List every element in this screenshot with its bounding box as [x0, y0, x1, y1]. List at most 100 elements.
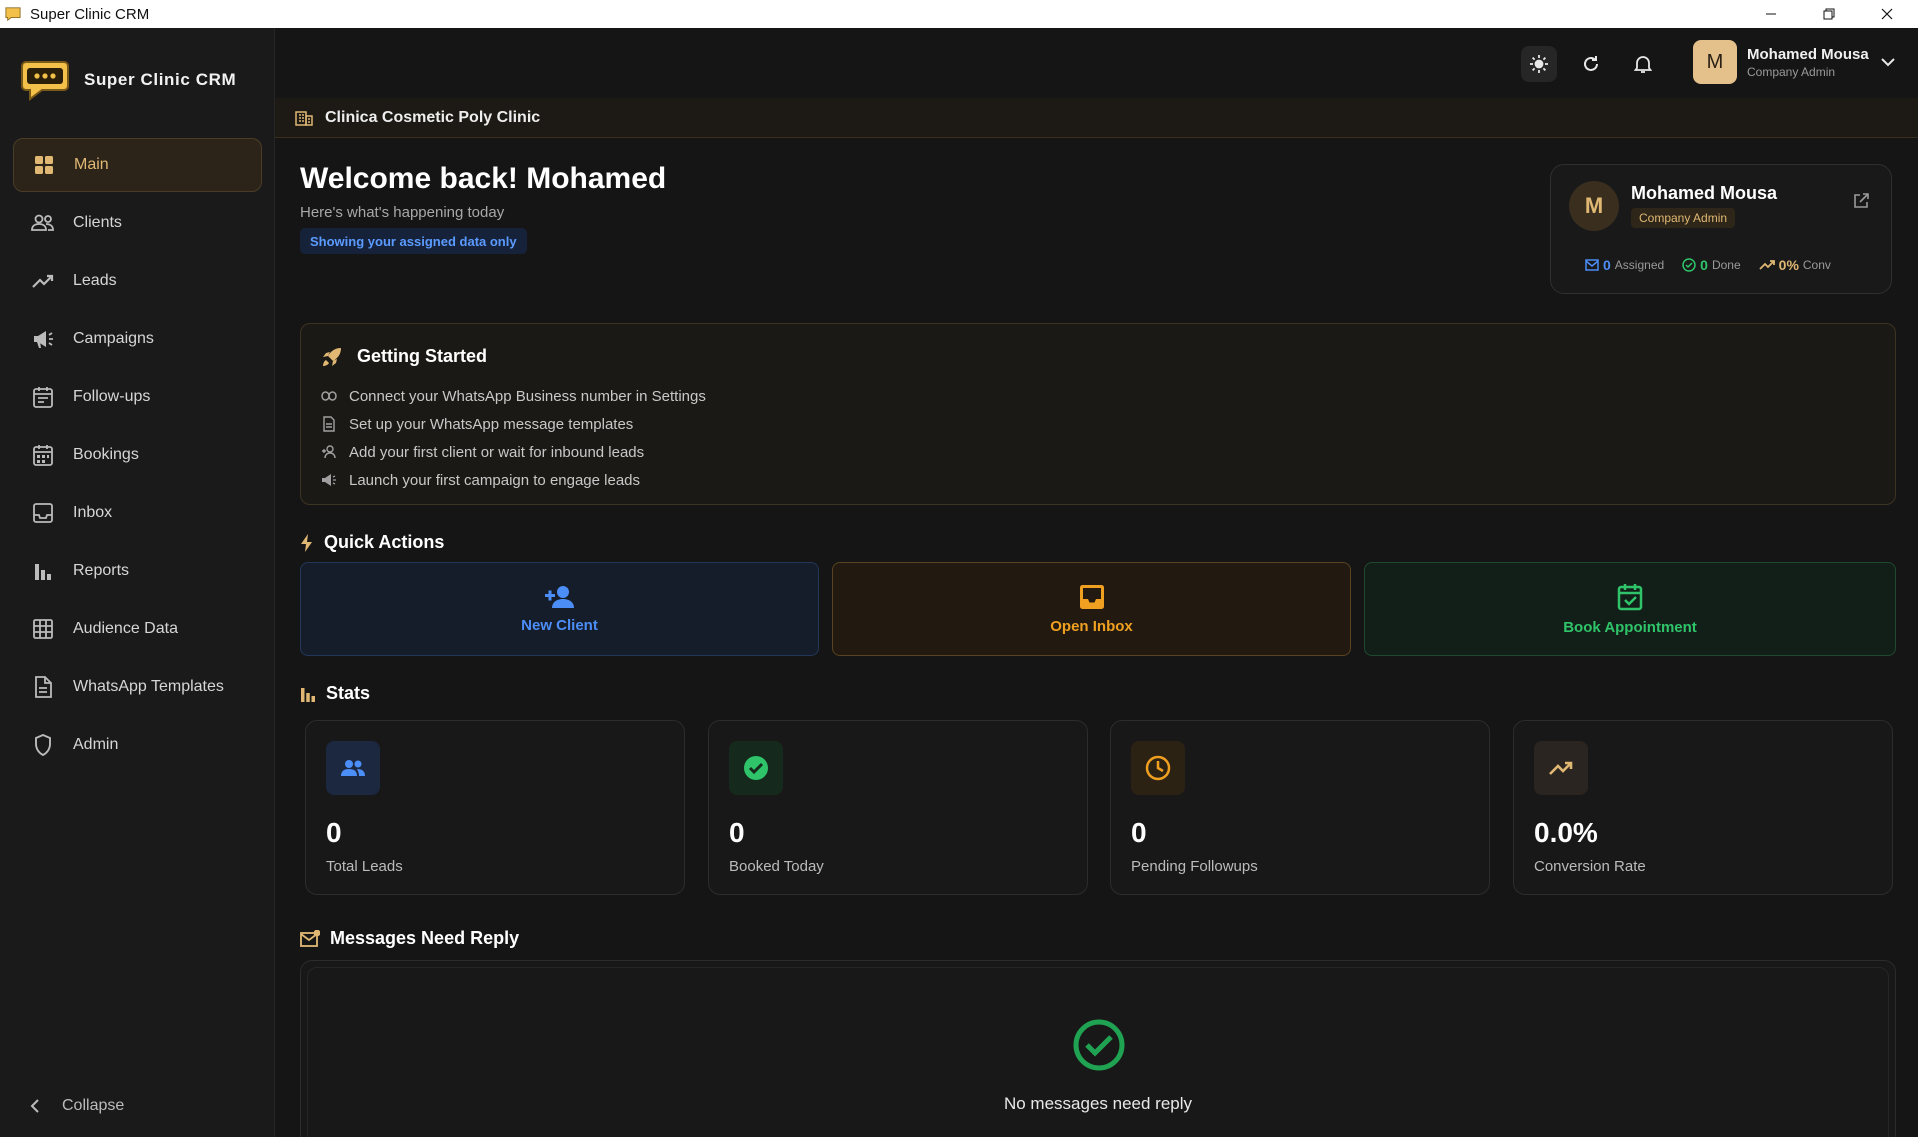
sidebar-item-label: Inbox: [73, 504, 113, 521]
sidebar-item-label: WhatsApp Templates: [73, 678, 224, 695]
list-item: Connect your WhatsApp Business number in…: [321, 382, 706, 410]
page-title: Welcome back! Mohamed: [300, 162, 667, 195]
bar-chart-icon: [31, 559, 55, 583]
trend-icon: [31, 269, 55, 293]
open-inbox-label: Open Inbox: [1050, 617, 1133, 635]
done-label: Done: [1711, 258, 1741, 272]
brand[interactable]: Super Clinic CRM: [20, 58, 236, 102]
chevron-down-icon: [1880, 58, 1895, 67]
list-item-label: Add your first client or wait for inboun…: [349, 443, 645, 461]
sidebar-item-admin[interactable]: Admin: [13, 718, 262, 772]
restore-icon: [1823, 8, 1835, 20]
sidebar-item-label: Main: [74, 156, 109, 173]
user-name: Mohamed Mousa: [1747, 45, 1869, 63]
getting-started-title: Getting Started: [357, 346, 488, 366]
messages-heading: Messages Need Reply: [300, 928, 519, 949]
quick-actions-title: Quick Actions: [324, 532, 445, 552]
add-user-icon: [544, 585, 574, 608]
sidebar-item-follow-ups[interactable]: Follow-ups: [13, 370, 262, 424]
theme-toggle-button[interactable]: [1521, 46, 1557, 82]
stat-label: Total Leads: [326, 858, 403, 875]
sidebar-item-label: Reports: [73, 562, 130, 579]
sidebar-item-main[interactable]: Main: [13, 138, 262, 192]
sidebar-item-inbox[interactable]: Inbox: [13, 486, 262, 540]
clock-icon: [1131, 741, 1185, 795]
book-appointment-button[interactable]: Book Appointment: [1364, 562, 1896, 656]
refresh-icon: [1584, 56, 1598, 71]
collapse-label: Collapse: [62, 1097, 125, 1114]
messages-panel: No messages need reply: [300, 960, 1896, 1137]
new-client-button[interactable]: New Client: [300, 562, 819, 656]
sidebar-item-whatsapp-templates[interactable]: WhatsApp Templates: [13, 660, 262, 714]
messages-empty-state: No messages need reply: [307, 967, 1889, 1137]
check-circle-icon: [729, 741, 783, 795]
sidebar-item-label: Follow-ups: [73, 388, 151, 405]
users-icon: [31, 211, 55, 235]
check-circle-icon: [1682, 258, 1696, 272]
stat-label: Pending Followups: [1131, 858, 1258, 875]
brand-name: Super Clinic CRM: [84, 70, 237, 89]
refresh-button[interactable]: [1573, 46, 1609, 82]
restore-button[interactable]: [1800, 0, 1858, 28]
mail-icon: [1585, 259, 1599, 271]
new-client-label: New Client: [521, 616, 598, 634]
list-item: Add your first client or wait for inboun…: [321, 438, 706, 466]
sidebar-item-bookings[interactable]: Bookings: [13, 428, 262, 482]
building-icon: [295, 110, 313, 126]
getting-started-list: Connect your WhatsApp Business number in…: [321, 382, 706, 494]
document-icon: [323, 416, 335, 432]
user-menu-text: Mohamed Mousa Company Admin: [1747, 46, 1869, 79]
sidebar-item-audience-data[interactable]: Audience Data: [13, 602, 262, 656]
calendar-icon: [31, 385, 55, 409]
assigned-stat: 0 Assigned: [1585, 257, 1664, 273]
sidebar-item-leads[interactable]: Leads: [13, 254, 262, 308]
stat-value: 0: [326, 817, 342, 848]
sidebar-item-campaigns[interactable]: Campaigns: [13, 312, 262, 366]
sidebar-item-reports[interactable]: Reports: [13, 544, 262, 598]
bell-icon: [1634, 56, 1652, 73]
role-badge: Company Admin: [1631, 208, 1736, 228]
close-icon: [1881, 8, 1893, 20]
sidebar-nav: Main Clients Leads Campaigns Follow-ups …: [13, 138, 262, 776]
sidebar-item-label: Campaigns: [73, 330, 154, 347]
getting-started-card: Getting Started Connect your WhatsApp Bu…: [300, 323, 1896, 505]
stat-label: Conversion Rate: [1534, 858, 1646, 875]
user-menu[interactable]: M Mohamed Mousa Company Admin: [1693, 40, 1895, 84]
sun-icon: [1530, 55, 1548, 73]
notifications-button[interactable]: [1625, 46, 1661, 82]
close-button[interactable]: [1858, 0, 1916, 28]
sidebar-item-label: Clients: [73, 214, 122, 231]
sidebar: Super Clinic CRM Main Clients Leads Camp…: [0, 28, 275, 1137]
stat-value: 0.0%: [1534, 817, 1598, 848]
book-appointment-label: Book Appointment: [1563, 618, 1697, 636]
megaphone-icon: [322, 474, 336, 486]
window-title: Super Clinic CRM: [30, 5, 150, 23]
link-icon: [321, 391, 337, 401]
conversion-rate-card: 0.0% Conversion Rate: [1513, 720, 1893, 895]
list-item-label: Launch your first campaign to engage lea…: [349, 471, 641, 489]
conv-label: Conv: [1802, 258, 1831, 272]
clinic-name: Clinica Cosmetic Poly Clinic: [325, 108, 541, 126]
stats-heading: Stats: [300, 683, 370, 704]
app-icon: [5, 7, 21, 22]
assigned-data-badge: Showing your assigned data only: [300, 228, 527, 254]
rocket-icon: [323, 348, 341, 366]
window-titlebar: Super Clinic CRM: [0, 0, 1918, 28]
open-inbox-button[interactable]: Open Inbox: [832, 562, 1351, 656]
collapse-button[interactable]: Collapse: [30, 1097, 124, 1115]
avatar: M: [1569, 181, 1619, 231]
done-stat: 0 Done: [1682, 257, 1741, 273]
chat-logo-icon: [21, 61, 69, 101]
calendar-check-icon: [1617, 583, 1643, 610]
conv-value: 0%: [1778, 257, 1799, 273]
chevron-left-icon: [30, 1099, 39, 1113]
minimize-button[interactable]: [1742, 0, 1800, 28]
shield-icon: [31, 733, 55, 757]
profile-card: M Mohamed Mousa Company Admin 0 Assigned…: [1550, 164, 1892, 294]
open-profile-button[interactable]: [1853, 193, 1869, 214]
stat-label: Booked Today: [729, 858, 824, 875]
sidebar-item-label: Bookings: [73, 446, 139, 463]
sidebar-item-clients[interactable]: Clients: [13, 196, 262, 250]
megaphone-icon: [31, 327, 55, 351]
trend-icon: [1759, 260, 1775, 270]
